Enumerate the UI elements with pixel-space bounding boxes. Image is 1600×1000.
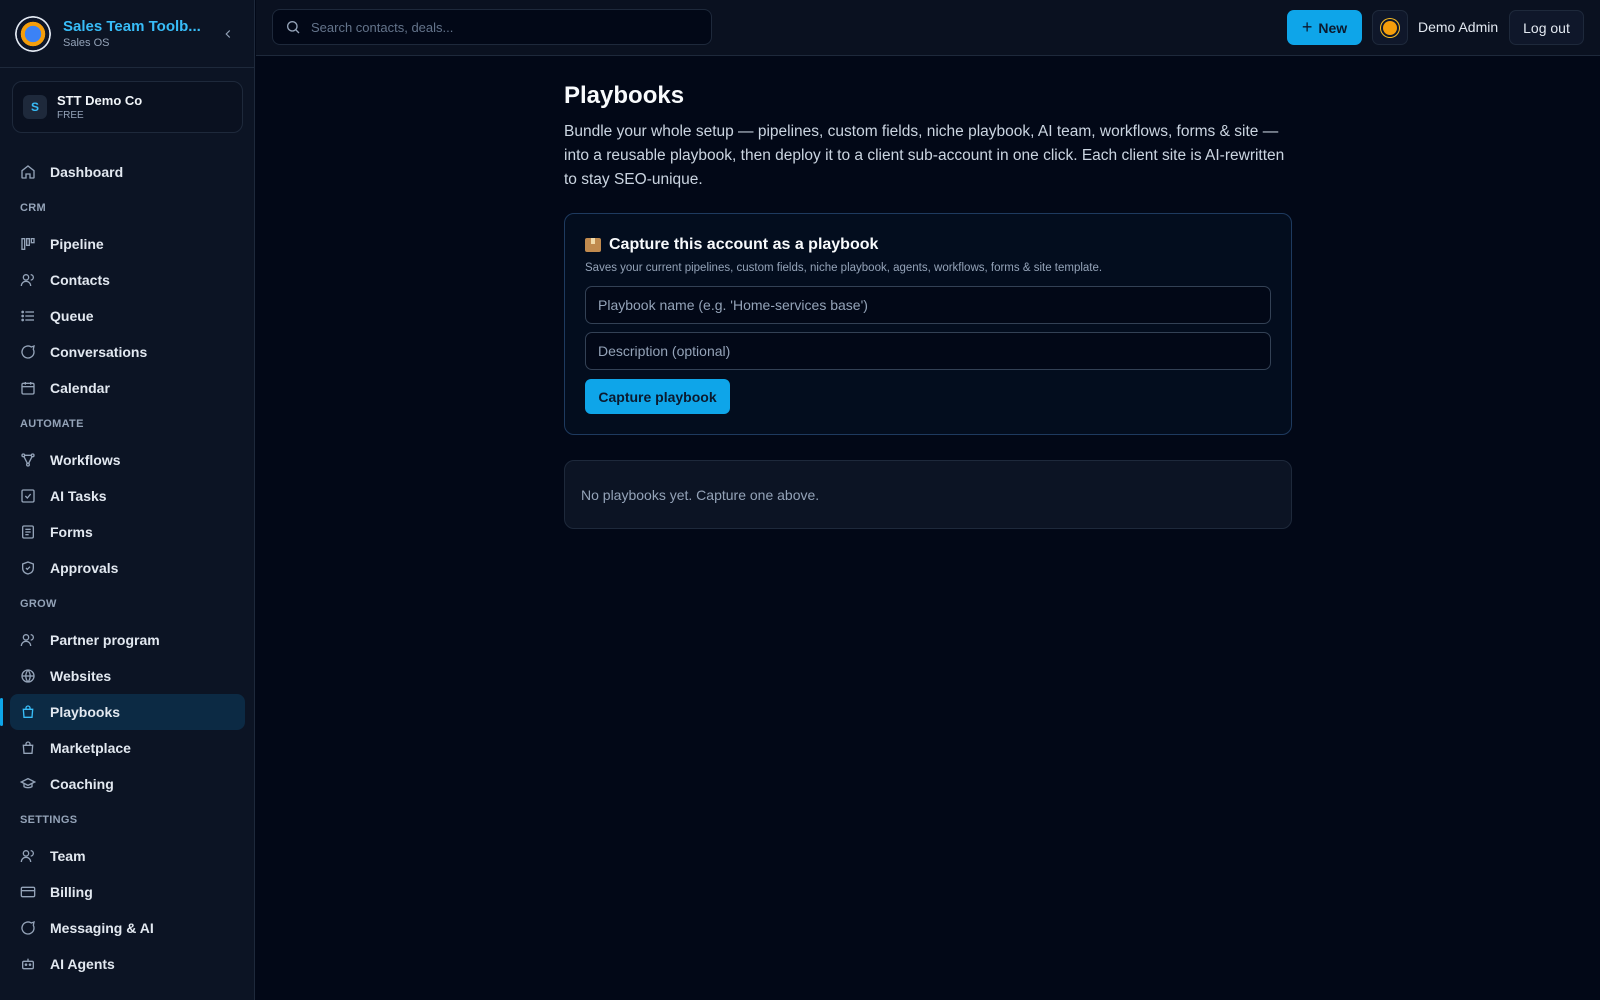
message-circle-icon — [21, 344, 35, 359]
sidebar-item-label: Forms — [50, 524, 93, 540]
sidebar-item-label: Playbooks — [50, 704, 121, 720]
file-text-icon — [22, 525, 34, 539]
globe-icon — [21, 669, 35, 683]
sidebar: Sales Team Toolb... Sales OS S STT Demo … — [0, 0, 255, 1000]
sidebar-item-calendar[interactable]: Calendar — [10, 370, 245, 406]
list-icon — [21, 310, 34, 322]
sidebar-item-label: Dashboard — [50, 164, 124, 180]
search-icon — [287, 21, 300, 34]
sidebar-item-label: Contacts — [50, 272, 110, 288]
kanban-icon — [21, 238, 35, 250]
sidebar-item-label: Team — [50, 848, 86, 864]
brand-logo — [14, 14, 52, 53]
package-icon — [22, 705, 34, 718]
sidebar-nav: Dashboard CRM Pipeline Contacts Queue Co… — [0, 154, 254, 982]
sidebar-item-label: Websites — [50, 668, 112, 684]
nav-section-grow: GROW — [20, 598, 57, 610]
sidebar-item-workflows[interactable]: Workflows — [10, 442, 245, 478]
sidebar-item-label: Queue — [50, 308, 94, 324]
sidebar-item-label: Calendar — [50, 380, 110, 396]
bot-icon — [22, 958, 34, 970]
package-icon — [585, 238, 601, 252]
playbook-description-input[interactable] — [585, 332, 1271, 370]
sun-icon — [1383, 20, 1397, 35]
collapse-sidebar-button[interactable] — [216, 22, 240, 46]
new-button-label: New — [1318, 19, 1348, 36]
sidebar-item-partner-program[interactable]: Partner program — [10, 622, 245, 658]
sidebar-item-ai-tasks[interactable]: AI Tasks — [10, 478, 245, 514]
workflow-icon — [21, 453, 35, 467]
playbook-name-input[interactable] — [585, 286, 1271, 324]
users-icon — [20, 850, 34, 863]
shield-check-icon — [22, 561, 34, 575]
sidebar-item-label: Partner program — [50, 632, 160, 648]
home-icon — [21, 165, 35, 179]
main-content: Playbooks Bundle your whole setup — pipe… — [564, 82, 1292, 529]
logout-button[interactable]: Log out — [1509, 10, 1584, 45]
message-circle-icon — [21, 920, 35, 935]
nav-section-automate: AUTOMATE — [20, 418, 84, 430]
sidebar-item-team[interactable]: Team — [10, 838, 245, 874]
capture-playbook-button[interactable]: Capture playbook — [585, 379, 730, 414]
org-avatar: S — [23, 95, 47, 119]
sidebar-item-approvals[interactable]: Approvals — [10, 550, 245, 586]
sidebar-item-label: Coaching — [50, 776, 114, 792]
nav-section-settings: SETTINGS — [20, 814, 78, 826]
sidebar-item-ai-agents[interactable]: AI Agents — [10, 946, 245, 982]
calendar-icon — [21, 382, 35, 395]
brand-title: Sales Team Toolb... — [63, 18, 201, 35]
capture-card-subtitle: Saves your current pipelines, custom fie… — [585, 262, 1103, 274]
sidebar-item-forms[interactable]: Forms — [10, 514, 245, 550]
sidebar-item-label: Pipeline — [50, 236, 104, 252]
graduation-cap-icon — [20, 777, 36, 789]
sidebar-item-label: Messaging & AI — [50, 920, 154, 936]
topbar: + New Demo Admin Log out — [256, 0, 1600, 56]
sidebar-item-billing[interactable]: Billing — [10, 874, 245, 910]
page-description: Bundle your whole setup — pipelines, cus… — [564, 123, 1285, 188]
sidebar-item-contacts[interactable]: Contacts — [10, 262, 245, 298]
shopping-bag-icon — [22, 741, 34, 754]
sidebar-item-messaging-ai[interactable]: Messaging & AI — [10, 910, 245, 946]
playbooks-empty-state: No playbooks yet. Capture one above. — [564, 460, 1292, 529]
brand-subtitle: Sales OS — [63, 37, 110, 49]
user-name: Demo Admin — [1418, 19, 1499, 35]
sidebar-item-pipeline[interactable]: Pipeline — [10, 226, 245, 262]
sidebar-item-label: Approvals — [50, 560, 119, 576]
sidebar-item-label: Workflows — [50, 452, 121, 468]
theme-toggle-button[interactable] — [1372, 10, 1408, 45]
brand: Sales Team Toolb... Sales OS — [0, 0, 254, 68]
plus-icon: + — [1301, 17, 1313, 37]
sidebar-item-label: Marketplace — [50, 740, 131, 756]
page-title: Playbooks — [564, 82, 685, 109]
check-square-icon — [21, 489, 35, 503]
sidebar-item-queue[interactable]: Queue — [10, 298, 245, 334]
users-icon — [20, 634, 34, 647]
org-switcher[interactable]: S STT Demo Co FREE — [12, 81, 243, 133]
capture-card-title-text: Capture this account as a playbook — [609, 236, 879, 253]
search-box[interactable] — [272, 9, 712, 45]
sidebar-item-marketplace[interactable]: Marketplace — [10, 730, 245, 766]
sidebar-item-dashboard[interactable]: Dashboard — [10, 154, 245, 190]
capture-card-title: Capture this account as a playbook — [585, 236, 1271, 254]
users-icon — [20, 274, 34, 287]
nav-section-crm: CRM — [20, 202, 46, 214]
search-input[interactable] — [311, 19, 691, 35]
sidebar-item-label: Billing — [50, 884, 93, 900]
capture-playbook-card: Capture this account as a playbook Saves… — [564, 213, 1292, 435]
new-button[interactable]: + New — [1287, 10, 1362, 45]
sidebar-item-conversations[interactable]: Conversations — [10, 334, 245, 370]
sidebar-item-playbooks[interactable]: Playbooks — [0, 694, 245, 730]
sidebar-item-label: AI Tasks — [50, 488, 107, 504]
sidebar-item-label: AI Agents — [50, 956, 115, 972]
sidebar-item-coaching[interactable]: Coaching — [10, 766, 245, 802]
sidebar-item-label: Conversations — [50, 344, 148, 360]
credit-card-icon — [20, 886, 36, 898]
org-name: STT Demo Co — [57, 93, 143, 108]
chevron-left-icon — [225, 29, 231, 38]
org-plan: FREE — [57, 110, 84, 121]
sidebar-item-websites[interactable]: Websites — [10, 658, 245, 694]
